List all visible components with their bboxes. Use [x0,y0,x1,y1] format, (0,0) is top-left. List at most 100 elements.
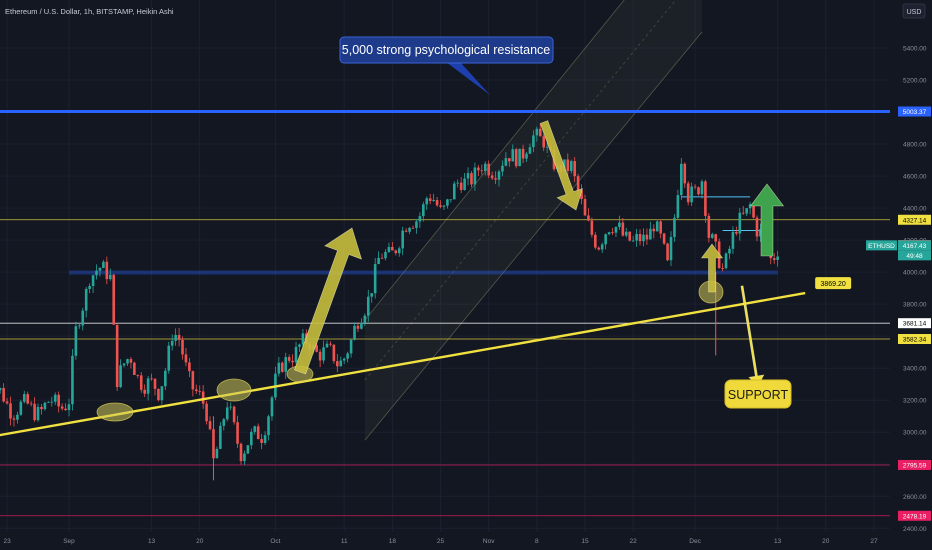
candle-body [693,186,697,188]
candle-body [129,359,133,363]
time-tick-label: 8 [535,538,539,545]
candle-body [12,418,16,420]
candle-body [181,339,184,355]
candle-body [346,353,349,359]
candle-body [157,388,160,401]
candle-body [418,216,422,222]
candle-body [538,128,542,137]
price-tick-label: 2400.00 [903,526,927,533]
candle-body [105,261,109,280]
candle-body [721,268,724,269]
price-chart[interactable]: 3869.20 5,000 strong psychological resis… [0,0,932,550]
candle-body [600,244,604,250]
candle-body [291,360,294,363]
candle-body [497,171,501,180]
price-tick-label: 3400.00 [903,366,927,373]
candle-body [669,237,673,261]
candle-body [686,183,690,203]
candle-body [425,198,429,205]
candle-body [243,453,246,462]
candle-body [356,325,360,329]
price-tag-label: 4167.43 [903,243,927,250]
candle-body [700,181,704,195]
candle-body [583,199,587,216]
candle-body [387,246,391,252]
candle-body [26,394,30,404]
candle-body [494,178,497,180]
candle-body [408,227,411,232]
candle-body [477,167,480,171]
time-tick-label: Dec [689,538,701,545]
candle-body [501,165,504,172]
candle-body [569,161,573,172]
candle-body [631,240,635,242]
candle-body [690,186,693,203]
candle-body [738,212,742,234]
time-tick-label: 18 [389,538,397,545]
candle-body [119,365,122,388]
candle-body [19,401,23,415]
candle-body [198,391,202,392]
candle-body [377,257,380,265]
price-tick-label: 3000.00 [903,430,927,437]
candle-body [294,346,298,363]
candle-body [263,435,267,443]
candle-body [108,274,112,280]
candle-body [659,221,662,234]
candle-body [776,256,779,260]
candle-body [411,227,415,229]
candle-body [239,443,243,462]
currency-button[interactable]: USD [902,3,926,19]
candle-body [422,204,425,217]
candle-body [64,408,67,411]
candle-body [642,234,645,242]
candle-body [222,419,226,426]
candle-body [587,215,590,221]
chart-stage[interactable]: 3869.20 5,000 strong psychological resis… [0,0,932,550]
candle-body [126,359,129,364]
candle-body [170,340,174,346]
candle-body [150,378,153,380]
price-tag-label: 2478.19 [903,513,927,520]
candle-body [511,149,515,162]
candle-body [456,182,460,184]
time-axis-background [0,532,932,550]
candle-body [188,362,191,372]
candle-body [57,394,60,407]
candle-body [298,344,301,347]
candle-body [143,389,146,394]
time-tick-label: 13 [774,538,782,545]
candle-body [697,187,700,195]
candle-body [191,371,195,390]
candle-body [102,261,105,268]
time-tick-label: 13 [148,538,156,545]
candle-body [95,270,98,276]
candle-body [680,163,683,196]
candle-body [655,221,659,232]
candle-body [277,362,281,374]
candle-body [635,233,638,241]
candle-body [432,200,435,202]
candle-body [662,233,666,244]
candle-body [40,406,43,410]
candle-body [707,215,711,238]
candle-body [208,421,212,430]
candle-body [74,326,78,356]
price-tick-label: 3200.00 [903,398,927,405]
price-tag-label: 4327.14 [903,217,927,224]
price-tick-label: 5400.00 [903,46,927,53]
candle-body [284,357,288,372]
time-axis[interactable]: 23 Sep 13 20 Oct 11 18 25 Nov 8 15 22 Dec 13 20 27 [0,532,932,550]
trendline-label: 3869.20 [821,281,846,288]
candle-body [332,344,336,362]
candle-body [380,257,384,259]
candle-body [373,264,377,294]
candle-body [5,401,9,404]
candle-body [528,147,532,154]
candle-body [735,231,738,234]
candle-body [36,406,40,421]
candle-body [545,146,549,148]
candle-body [487,163,490,176]
candle-body [146,378,150,394]
candle-body [741,212,745,214]
